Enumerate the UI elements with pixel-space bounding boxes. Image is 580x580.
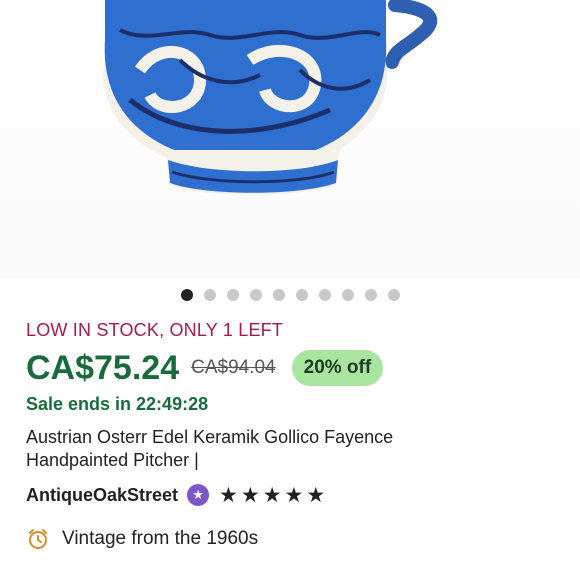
listing-title-line1: Austrian Osterr Edel Keramik Gollico Fay… [26,427,394,447]
shop-name-link[interactable]: AntiqueOakStreet [26,485,178,506]
gallery-dot[interactable] [203,289,216,301]
sale-price: CA$75.24 [26,348,180,387]
star-badge-icon: ★ [187,484,210,506]
pitcher-image [103,0,438,195]
gallery-dot[interactable] [295,289,308,301]
gallery-dot[interactable] [318,289,331,301]
star-icon: ★ [240,483,260,507]
product-photo[interactable] [0,0,580,278]
rating-stars[interactable]: ★ ★ ★ ★ ★ [219,485,325,506]
gallery-dot[interactable] [272,289,285,301]
listing-title-line2: Handpainted Pitcher | [26,450,199,470]
star-icon: ★ [262,483,282,507]
sale-timer: Sale ends in 22:49:28 [26,394,209,414]
listing-title: Austrian Osterr Edel Keramik Gollico Fay… [26,426,546,472]
stock-notice: LOW IN STOCK, ONLY 1 LEFT [26,320,284,340]
gallery-pagination [0,289,580,303]
price-row: CA$75.24 CA$94.04 20% off [26,346,384,390]
gallery-dot[interactable] [180,289,193,301]
original-price: CA$94.04 [191,357,276,378]
gallery-dot[interactable] [364,289,377,301]
gallery-dot[interactable] [341,289,354,301]
discount-badge: 20% off [291,350,384,386]
gallery-dot[interactable] [387,289,400,301]
vintage-row: Vintage from the 1960s [26,526,258,552]
vintage-label: Vintage from the 1960s [62,528,259,549]
star-icon: ★ [306,483,326,507]
shop-row: AntiqueOakStreet ★ ★ ★ ★ ★ ★ [26,482,325,508]
gallery-dot[interactable] [249,289,262,301]
gallery-dot[interactable] [226,289,239,301]
star-icon: ★ [219,483,238,507]
alarm-clock-icon [29,529,47,549]
star-icon: ★ [284,483,304,507]
